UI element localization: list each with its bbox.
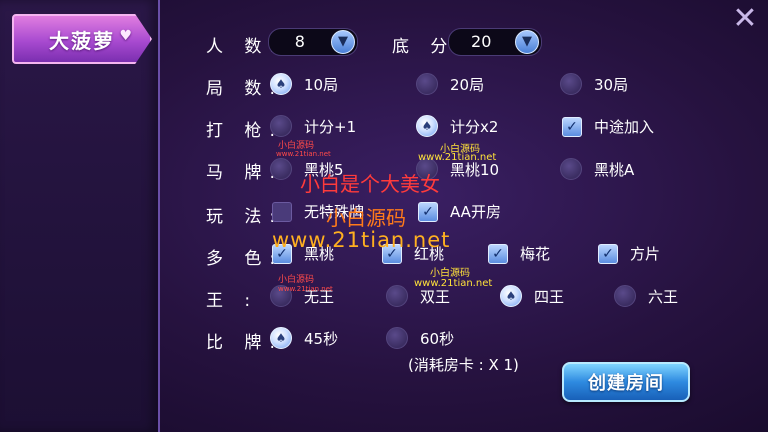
shoot-option-plus1[interactable]: 计分+1 <box>270 115 356 137</box>
radio-icon[interactable] <box>386 285 408 307</box>
option-label: 黑桃10 <box>450 160 500 179</box>
option-label: 60秒 <box>420 329 455 348</box>
radio-icon[interactable] <box>614 285 636 307</box>
option-label: 四王 <box>534 287 565 306</box>
radio-icon[interactable] <box>270 115 292 137</box>
compare-option-45s[interactable]: ♠ 45秒 <box>270 327 338 349</box>
checkmark-icon[interactable]: ✓ <box>272 243 292 264</box>
players-value: 8 <box>294 32 305 51</box>
color-club-checkbox[interactable]: ✓ 梅花 <box>488 243 550 264</box>
kings-option-six[interactable]: 六王 <box>614 285 678 307</box>
option-label: 红桃 <box>414 245 445 263</box>
players-select[interactable]: 8 ▼ <box>268 28 358 56</box>
chevron-down-icon[interactable]: ▼ <box>331 30 355 54</box>
option-label: 20局 <box>450 75 485 94</box>
room-card-cost: (消耗房卡 : X 1) <box>408 356 519 374</box>
option-label: 无特殊牌 <box>304 203 365 221</box>
kings-label: 王 : <box>206 291 259 311</box>
rounds-option-10[interactable]: ♠ 10局 <box>270 73 338 95</box>
checkmark-icon[interactable]: ✓ <box>562 116 582 137</box>
color-diamond-checkbox[interactable]: ✓ 方片 <box>598 243 660 264</box>
watermark-small-yellow-2: 小白源码 <box>430 268 470 279</box>
option-label: AA开房 <box>450 203 501 221</box>
option-label: 黑桃 <box>304 245 335 263</box>
horse-option-spade5[interactable]: 黑桃5 <box>270 158 344 180</box>
kings-option-none[interactable]: 无王 <box>270 285 334 307</box>
option-label: 黑桃5 <box>304 160 344 179</box>
radio-icon[interactable] <box>416 73 438 95</box>
option-label: 黑桃A <box>594 160 635 179</box>
option-label: 计分+1 <box>304 117 357 136</box>
option-label: 计分x2 <box>450 117 499 136</box>
option-label: 双王 <box>420 287 451 306</box>
shoot-option-x2[interactable]: ♠ 计分x2 <box>416 115 498 137</box>
create-room-button[interactable]: 创建房间 <box>562 362 690 402</box>
compare-option-60s[interactable]: 60秒 <box>386 327 454 349</box>
option-label: 梅花 <box>520 245 551 263</box>
option-label: 无王 <box>304 287 335 306</box>
close-icon: ✕ <box>732 1 758 36</box>
checkmark-icon[interactable]: ✓ <box>382 243 402 264</box>
checkmark-icon[interactable]: ✓ <box>598 243 618 264</box>
sidebar: 大菠萝 ♥ <box>0 0 160 432</box>
base-score-value: 20 <box>471 32 492 51</box>
option-label: 六王 <box>648 287 679 306</box>
radio-icon[interactable] <box>270 158 292 180</box>
option-label: 45秒 <box>304 329 339 348</box>
color-heart-checkbox[interactable]: ✓ 红桃 <box>382 243 444 264</box>
rounds-option-30[interactable]: 30局 <box>560 73 628 95</box>
heart-icon: ♥ <box>119 28 134 44</box>
checkbox-icon[interactable] <box>272 201 292 222</box>
radio-icon[interactable] <box>560 73 582 95</box>
radio-icon[interactable] <box>270 285 292 307</box>
option-label: 10局 <box>304 75 339 94</box>
tab-label: 大菠萝 <box>49 28 115 53</box>
watermark-small-red-2: 小白源码 <box>278 275 315 285</box>
checkmark-icon[interactable]: ✓ <box>488 243 508 264</box>
radio-selected-icon[interactable]: ♠ <box>500 285 522 307</box>
base-score-select[interactable]: 20 ▼ <box>448 28 542 56</box>
aa-room-checkbox[interactable]: ✓ AA开房 <box>418 201 501 222</box>
horse-option-spade10[interactable]: 黑桃10 <box>416 158 499 180</box>
option-label: 方片 <box>630 245 661 263</box>
kings-option-two[interactable]: 双王 <box>386 285 450 307</box>
chevron-down-icon[interactable]: ▼ <box>515 30 539 54</box>
close-button[interactable]: ✕ <box>730 4 760 34</box>
watermark-small-red: 小白源码 <box>278 141 315 151</box>
kings-option-four[interactable]: ♠ 四王 <box>500 285 564 307</box>
join-midway-checkbox[interactable]: ✓ 中途加入 <box>562 116 654 137</box>
radio-selected-icon[interactable]: ♠ <box>416 115 438 137</box>
no-special-checkbox[interactable]: 无特殊牌 <box>272 201 364 222</box>
option-label: 中途加入 <box>594 118 655 136</box>
radio-icon[interactable] <box>560 158 582 180</box>
rounds-option-20[interactable]: 20局 <box>416 73 484 95</box>
watermark-small-red-url: www.21tian.net <box>276 150 331 158</box>
watermark-small-yellow: 小白源码 <box>440 144 480 155</box>
horse-option-spadeA[interactable]: 黑桃A <box>560 158 634 180</box>
color-spade-checkbox[interactable]: ✓ 黑桃 <box>272 243 334 264</box>
tab-dabolu[interactable]: 大菠萝 ♥ <box>12 14 152 64</box>
option-label: 30局 <box>594 75 629 94</box>
radio-icon[interactable] <box>416 158 438 180</box>
radio-icon[interactable] <box>386 327 408 349</box>
checkmark-icon[interactable]: ✓ <box>418 201 438 222</box>
radio-selected-icon[interactable]: ♠ <box>270 73 292 95</box>
radio-selected-icon[interactable]: ♠ <box>270 327 292 349</box>
